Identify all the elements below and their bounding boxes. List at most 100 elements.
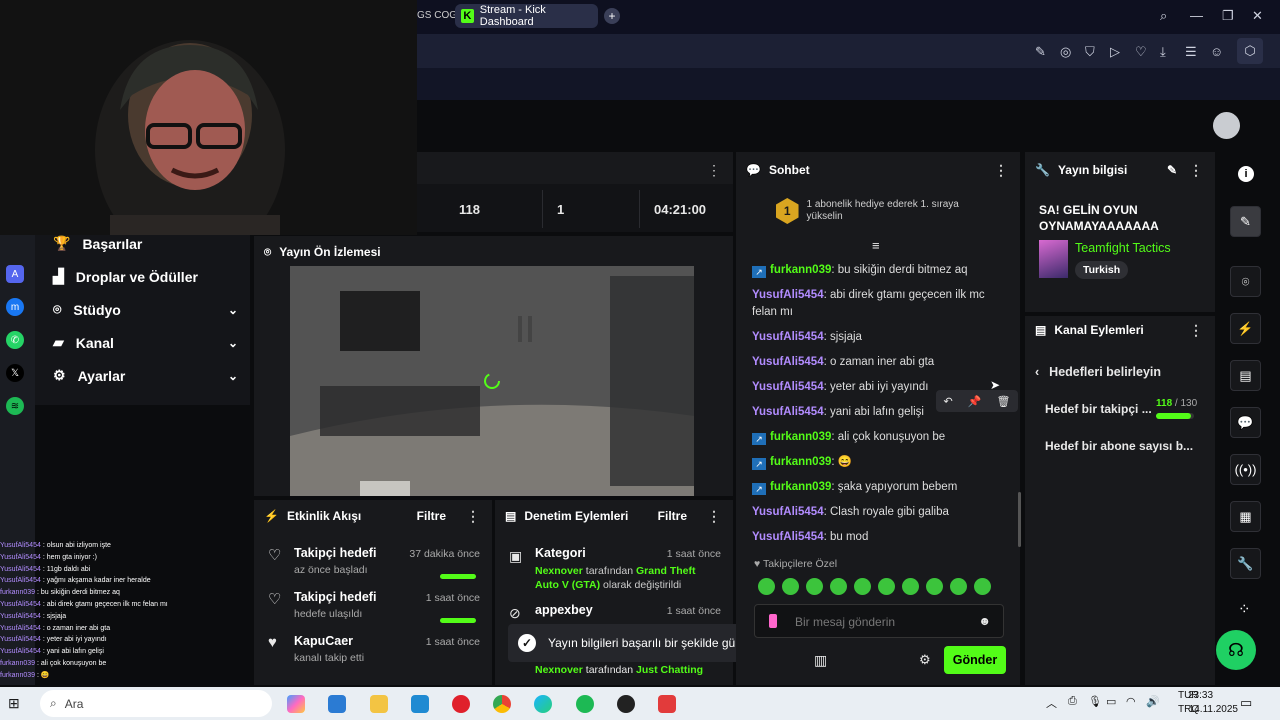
chat-username[interactable]: YusufAli5454: [752, 381, 824, 393]
pin-icon[interactable]: 📌: [968, 395, 982, 408]
app-icon-1[interactable]: A: [6, 265, 24, 283]
search-box[interactable]: ⌕ Ara: [40, 690, 272, 717]
sidebar-item-settings[interactable]: ⚙ Ayarlar ⌄: [53, 367, 238, 384]
sidebar-item-achievements[interactable]: 🏆 Başarılar: [53, 235, 238, 252]
chat-message[interactable]: YusufAli5454: bu mod: [752, 529, 1012, 546]
apps-icon[interactable]: ⁘: [1238, 600, 1251, 618]
delete-icon[interactable]: 🗑: [997, 395, 1011, 408]
goal-follower[interactable]: Hedef bir takipçi ...: [1045, 402, 1157, 416]
file-explorer-icon[interactable]: [370, 695, 388, 713]
chat-username[interactable]: furkann039: [770, 481, 831, 493]
list-item[interactable]: ⊘ appexbey 1 saat önce: [509, 603, 721, 621]
list-item[interactable]: ♥ KapuCaer kanalı takip etti 1 saat önce: [268, 634, 480, 664]
kebab-icon[interactable]: ⋮: [707, 508, 721, 525]
send-button[interactable]: Gönder: [944, 646, 1006, 674]
lightning-icon[interactable]: ⚡: [1230, 313, 1261, 344]
broadcast-icon[interactable]: ((•)): [1230, 454, 1261, 485]
chat-username[interactable]: furkann039: [770, 431, 831, 443]
new-tab-button[interactable]: +: [604, 8, 620, 24]
address-bar[interactable]: ✎ ◎ ⛉ ▷ ♡ ⤓ ☰ ☺ ⬡: [417, 34, 1280, 68]
preview-toggle-icon[interactable]: ⌾: [1230, 266, 1261, 297]
windows-icon[interactable]: ⊞: [8, 695, 20, 712]
search-icon[interactable]: ⌕: [1160, 8, 1167, 24]
back-button[interactable]: ‹ Hedefleri belirleyin: [1035, 365, 1161, 379]
info-icon[interactable]: i: [1238, 166, 1254, 182]
emote-icon[interactable]: [758, 578, 775, 595]
store-app-icon[interactable]: [328, 695, 346, 713]
list-item[interactable]: ♡ Takipçi hedefi hedefe ulaşıldı 1 saat ö…: [268, 590, 480, 623]
chat-input[interactable]: Bir mesaj gönderin ☻: [754, 604, 1004, 638]
emote-icon[interactable]: [782, 578, 799, 595]
store-icon[interactable]: ▥: [814, 652, 827, 669]
chat-username[interactable]: YusufAli5454: [752, 356, 824, 368]
filter-icon[interactable]: ≡: [872, 238, 880, 253]
kebab-icon[interactable]: ⋮: [466, 508, 480, 525]
vscode-icon[interactable]: [411, 695, 429, 713]
settings-icon[interactable]: ⚙: [919, 652, 931, 668]
shield-icon[interactable]: ⛉: [1085, 44, 1095, 60]
emote-icon[interactable]: [806, 578, 823, 595]
layout-icon[interactable]: ▦: [1230, 501, 1261, 532]
mic-tray-icon[interactable]: 🎙: [1088, 695, 1102, 708]
pinned-message[interactable]: 1 1 abonelik hediye ederek 1. sıraya yük…: [776, 198, 986, 224]
chrome-icon[interactable]: [493, 695, 511, 713]
chat-message[interactable]: ↗ furkann039: 😄: [752, 454, 1012, 471]
doc-icon[interactable]: ▤: [1230, 360, 1261, 391]
chat-message[interactable]: YusufAli5454: Clash royale gibi galiba: [752, 504, 1012, 521]
actor-name[interactable]: Nexnover: [535, 565, 583, 577]
edit-icon[interactable]: ✎: [1167, 163, 1177, 177]
tab-kick-dashboard[interactable]: K Stream - Kick Dashboard: [455, 4, 598, 28]
stream-preview-video[interactable]: [290, 266, 694, 496]
camera-icon[interactable]: ◎: [1060, 44, 1071, 60]
extension-icon[interactable]: ⬡: [1237, 38, 1263, 64]
tray-chevron-icon[interactable]: ︿: [1046, 695, 1057, 711]
app-red-icon[interactable]: [658, 695, 676, 713]
tray-icon[interactable]: ⎙: [1068, 695, 1077, 708]
reply-icon[interactable]: ↶: [944, 395, 953, 408]
emote-icon[interactable]: [854, 578, 871, 595]
heart-icon[interactable]: ♡: [1135, 44, 1147, 60]
close-icon[interactable]: ✕: [1252, 8, 1263, 24]
messenger-icon[interactable]: m: [6, 298, 24, 316]
profile-icon[interactable]: ☺: [1210, 44, 1223, 59]
emote-icon[interactable]: [926, 578, 943, 595]
avatar[interactable]: [1213, 112, 1240, 139]
kebab-icon[interactable]: ⋮: [1189, 322, 1203, 339]
spotify-taskbar-icon[interactable]: [576, 695, 594, 713]
emote-icon[interactable]: [878, 578, 895, 595]
opera-icon[interactable]: [452, 695, 470, 713]
category-thumbnail[interactable]: [1039, 240, 1068, 278]
wifi-icon[interactable]: ◠: [1126, 695, 1136, 708]
sidebar-item-studio[interactable]: ⌾ Stüdyo ⌄: [53, 301, 238, 318]
edge-icon[interactable]: [534, 695, 552, 713]
actor-name[interactable]: Nexnover: [535, 664, 583, 676]
battery-icon[interactable]: ▭: [1106, 695, 1116, 708]
moderation-filter-button[interactable]: Filtre: [658, 509, 687, 523]
sidebar-item-channel[interactable]: ▰ Kanal ⌄: [53, 334, 238, 351]
edit-icon[interactable]: ✎: [1230, 206, 1261, 237]
minimize-icon[interactable]: —: [1190, 8, 1203, 23]
chat-username[interactable]: YusufAli5454: [752, 531, 824, 543]
chat-username[interactable]: YusufAli5454: [752, 289, 824, 301]
chat-message[interactable]: ↗ furkann039: bu sikiğin derdi bitmez aq: [752, 262, 1012, 279]
scrollbar[interactable]: [1018, 492, 1021, 547]
sidebar-item-drops[interactable]: ▟ Droplar ve Ödüller: [53, 268, 238, 285]
tab-partial[interactable]: GS COG: [417, 10, 457, 21]
chat-username[interactable]: furkann039: [770, 456, 831, 468]
list-item[interactable]: ▣ Kategori Nexnover tarafından Grand The…: [509, 546, 721, 592]
emote-icon[interactable]: [830, 578, 847, 595]
kebab-icon[interactable]: ⋮: [707, 162, 721, 179]
play-icon[interactable]: ▷: [1110, 44, 1120, 60]
chat-message[interactable]: YusufAli5454: o zaman iner abi gta: [752, 354, 1012, 371]
chat-username[interactable]: furkann039: [770, 264, 831, 276]
emote-icon[interactable]: [902, 578, 919, 595]
chat-icon[interactable]: 💬: [1230, 407, 1261, 438]
chat-username[interactable]: YusufAli5454: [752, 331, 824, 343]
chat-username[interactable]: YusufAli5454: [752, 506, 824, 518]
whatsapp-icon[interactable]: ✆: [6, 331, 24, 349]
download-icon[interactable]: ⤓: [1160, 44, 1166, 60]
copilot-icon[interactable]: [287, 695, 305, 713]
volume-icon[interactable]: 🔊: [1146, 695, 1160, 708]
kebab-icon[interactable]: ⋮: [1189, 162, 1203, 179]
kebab-icon[interactable]: ⋮: [994, 162, 1008, 179]
